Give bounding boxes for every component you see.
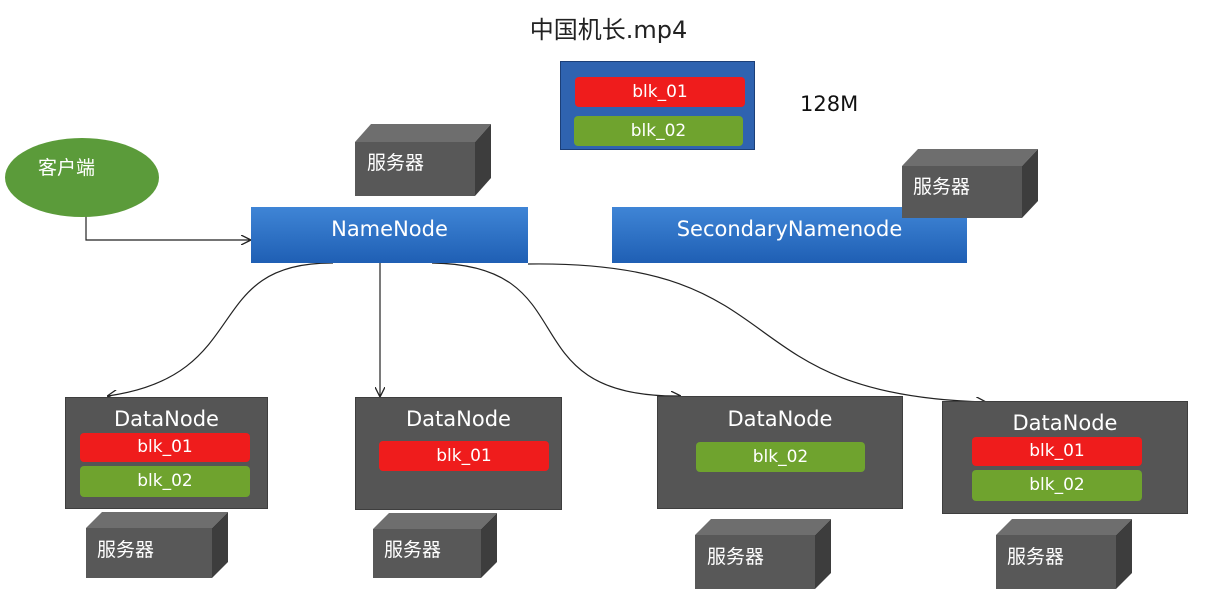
datanode-4-server-label: 服务器	[1007, 546, 1065, 568]
namenode-bar: NameNode	[251, 207, 528, 263]
datanode-4-block-1: blk_01	[972, 437, 1142, 466]
client-label: 客户端	[38, 157, 96, 179]
datanode-2-server-label: 服务器	[384, 539, 442, 561]
datanode-1-block-1: blk_01	[80, 433, 250, 462]
datanode-2: DataNode blk_01	[355, 397, 562, 510]
namenode-server-label: 服务器	[367, 152, 425, 174]
datanode-3: DataNode blk_02	[657, 396, 903, 509]
datanode-3-server-label: 服务器	[707, 546, 765, 568]
datanode-3-title: DataNode	[727, 407, 833, 431]
file-block-1: blk_01	[575, 77, 745, 107]
datanode-3-block-1: blk_02	[696, 442, 865, 472]
datanode-2-block-1: blk_01	[379, 441, 549, 471]
datanode-4-block-2: blk_02	[972, 470, 1142, 501]
file-title: 中国机长.mp4	[529, 16, 688, 44]
datanode-2-title: DataNode	[406, 407, 511, 431]
namenode-to-datanode-4-arrow	[527, 263, 985, 402]
file-block-2: blk_02	[574, 116, 743, 146]
datanode-1-title: DataNode	[114, 407, 219, 431]
block-size-label: 128M	[800, 92, 859, 116]
datanode-4-title: DataNode	[1012, 411, 1118, 435]
datanode-4: DataNode blk_01 blk_02	[942, 401, 1188, 514]
namenode-to-datanode-1-arrow	[108, 262, 334, 396]
file-block-box: blk_01 blk_02	[560, 61, 755, 150]
datanode-1-block-2: blk_02	[80, 466, 250, 497]
datanode-1: DataNode blk_01 blk_02	[65, 397, 268, 509]
secondary-server-label: 服务器	[913, 176, 971, 198]
secondary-namenode-label: SecondaryNamenode	[676, 217, 903, 241]
namenode-to-datanode-3-arrow	[431, 262, 680, 396]
datanode-1-server-label: 服务器	[97, 539, 155, 561]
